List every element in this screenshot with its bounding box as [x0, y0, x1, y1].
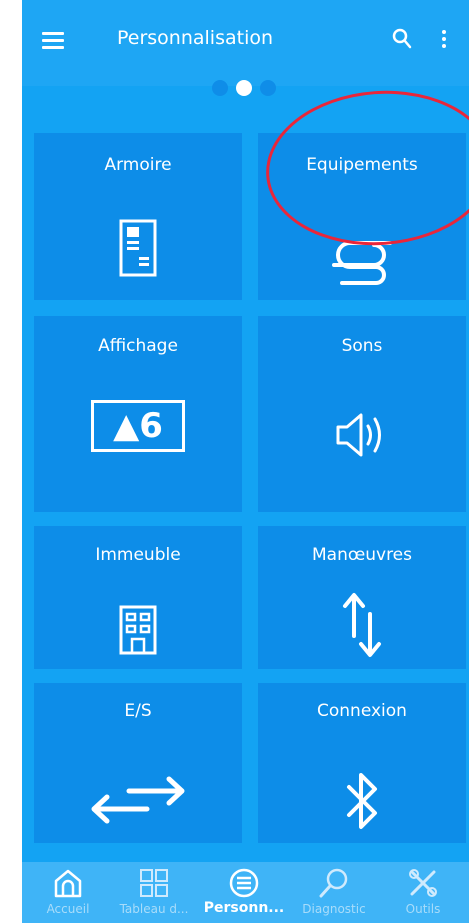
page-dot[interactable]	[212, 80, 228, 96]
tile-label: Affichage	[98, 336, 178, 356]
tile-affichage[interactable]: Affichage ▲6	[34, 316, 242, 512]
tile-label: Connexion	[317, 701, 407, 721]
home-icon	[54, 869, 82, 898]
speaker-icon	[336, 413, 381, 457]
magnifier-icon	[319, 868, 348, 898]
nav-label: Tableau d...	[119, 902, 189, 916]
cable-icon	[332, 241, 392, 285]
document-icon	[119, 219, 157, 277]
bottom-navigation: Accueil Tableau d... Personn... Diagnost…	[22, 862, 469, 923]
more-vertical-icon[interactable]	[440, 30, 448, 50]
nav-accueil[interactable]: Accueil	[24, 862, 112, 923]
nav-diagnostic[interactable]: Diagnostic	[290, 862, 378, 923]
nav-personnalisation[interactable]: Personn...	[200, 862, 288, 923]
tile-es[interactable]: E/S	[34, 683, 242, 843]
app-screen: Personnalisation Armoire Equipements Aff…	[22, 0, 469, 923]
tile-immeuble[interactable]: Immeuble	[34, 526, 242, 669]
page-dot-active[interactable]	[236, 80, 252, 96]
nav-tableau[interactable]: Tableau d...	[110, 862, 198, 923]
page-title: Personnalisation	[117, 27, 274, 49]
bluetooth-icon	[347, 773, 377, 829]
up-down-arrows-icon	[343, 593, 381, 657]
tile-label: Sons	[341, 336, 383, 356]
dashboard-icon	[140, 869, 168, 897]
tools-icon	[409, 869, 437, 897]
tile-equipements[interactable]: Equipements	[258, 133, 466, 300]
nav-outils[interactable]: Outils	[379, 862, 467, 923]
app-bar: Personnalisation	[22, 0, 469, 86]
page-dot[interactable]	[260, 80, 276, 96]
nav-label: Accueil	[46, 902, 90, 916]
building-icon	[119, 605, 157, 655]
tile-connexion[interactable]: Connexion	[258, 683, 466, 843]
display-icon: ▲6	[91, 400, 185, 452]
swap-arrows-icon	[91, 776, 185, 824]
search-icon[interactable]	[392, 28, 412, 50]
tile-sons[interactable]: Sons	[258, 316, 466, 512]
nav-label: Outils	[405, 902, 441, 916]
tile-label: Armoire	[104, 155, 172, 175]
nav-label: Personn...	[203, 900, 285, 916]
tile-manoeuvres[interactable]: Manœuvres	[258, 526, 466, 669]
tile-label: Manœuvres	[311, 545, 413, 565]
tile-label: Immeuble	[95, 545, 181, 565]
menu-icon[interactable]	[42, 32, 64, 49]
page-indicator	[212, 80, 292, 100]
tile-label: E/S	[124, 701, 152, 721]
tile-label: Equipements	[306, 155, 418, 175]
tile-armoire[interactable]: Armoire	[34, 133, 242, 300]
tune-icon	[229, 868, 259, 898]
nav-label: Diagnostic	[302, 902, 366, 916]
